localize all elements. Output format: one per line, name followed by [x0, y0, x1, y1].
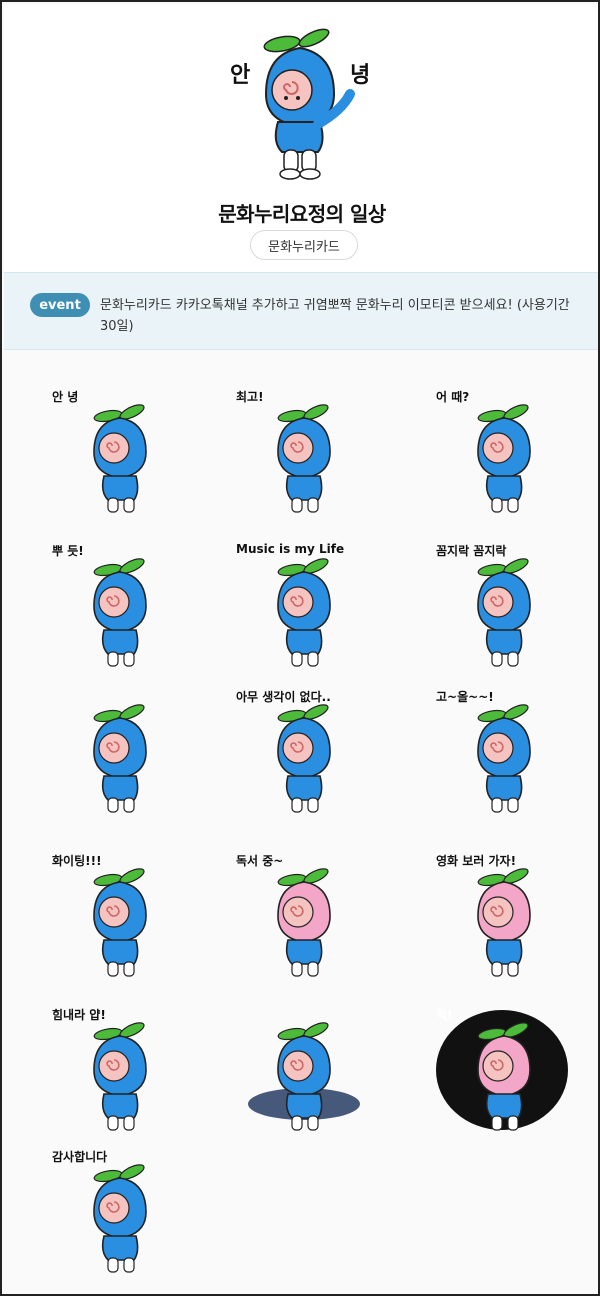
- sticker-item[interactable]: 감사합니다: [48, 1146, 188, 1276]
- sticker-image: [93, 1022, 147, 1131]
- sticker-item[interactable]: Music is my Life: [232, 540, 372, 670]
- event-badge: event: [30, 293, 90, 317]
- brand-tag-button[interactable]: 문화누리카드: [250, 230, 358, 260]
- event-text: 문화누리카드 카카오톡채널 추가하고 귀염뽀짝 문화누리 이모티콘 받으세요! …: [100, 298, 570, 334]
- sticker-caption: 독서 중~: [236, 854, 284, 868]
- sticker-image: [93, 404, 147, 513]
- sticker-image: [93, 704, 147, 813]
- sticker-header: 안 녕 문화누리요정의 일상 문화누리카드: [4, 4, 598, 272]
- sticker-image: [436, 1010, 568, 1131]
- sticker-image: [477, 558, 531, 667]
- event-banner[interactable]: event 문화누리카드 카카오톡채널 추가하고 귀염뽀짝 문화누리 이모티콘 …: [4, 272, 598, 350]
- sticker-image: [477, 404, 531, 513]
- hero-right-text: 녕: [350, 63, 370, 88]
- sticker-caption: 뿌 듯!: [52, 544, 84, 558]
- hero-sticker-image: 안 녕: [222, 24, 382, 184]
- sticker-image: [277, 558, 331, 667]
- sticker-caption: 아무 생각이 없다..: [236, 690, 331, 704]
- sticker-caption: 화이팅!!!: [52, 854, 102, 868]
- sticker-item[interactable]: 어 때?: [432, 386, 572, 516]
- sticker-caption: 힘내라 얍!: [52, 1008, 106, 1022]
- sticker-item[interactable]: 헉!: [432, 1004, 572, 1134]
- sticker-item[interactable]: 힘내라 얍!: [48, 1004, 188, 1134]
- sticker-caption: 고~올~~!: [436, 690, 494, 704]
- sticker-item[interactable]: 꼼지락 꼼지락: [432, 540, 572, 670]
- sticker-caption: 헉!: [436, 1008, 453, 1022]
- sticker-grid: 안 녕 최고! 어 때? 뿌 듯! Music is my Life 꼼지락 꼼지락아무 …: [4, 352, 598, 1294]
- sticker-image: [477, 704, 531, 813]
- sticker-item[interactable]: 최고!: [232, 386, 372, 516]
- sticker-item[interactable]: 고~올~~!: [432, 686, 572, 816]
- sticker-item[interactable]: [232, 1004, 372, 1134]
- sticker-image: [248, 1022, 360, 1131]
- sticker-caption: 어 때?: [436, 390, 470, 404]
- sticker-item[interactable]: 화이팅!!!: [48, 850, 188, 980]
- sticker-image: [277, 868, 331, 977]
- sticker-image: [93, 868, 147, 977]
- sticker-caption: 최고!: [236, 390, 264, 404]
- sticker-item[interactable]: 영화 보러 가자!: [432, 850, 572, 980]
- sticker-item[interactable]: [48, 686, 188, 816]
- sticker-item[interactable]: 독서 중~: [232, 850, 372, 980]
- sticker-caption: 안 녕: [52, 390, 79, 404]
- sticker-item[interactable]: 아무 생각이 없다..: [232, 686, 372, 816]
- sticker-caption: 영화 보러 가자!: [436, 854, 517, 868]
- sticker-caption: 감사합니다: [52, 1150, 108, 1164]
- sticker-image: [277, 704, 331, 813]
- sticker-caption: Music is my Life: [236, 542, 345, 556]
- sticker-item[interactable]: 안 녕: [48, 386, 188, 516]
- sticker-image: [93, 1164, 147, 1273]
- page-title: 문화누리요정의 일상: [218, 202, 386, 226]
- sticker-item[interactable]: 뿌 듯!: [48, 540, 188, 670]
- sticker-caption: 꼼지락 꼼지락: [436, 544, 507, 558]
- sticker-image: [277, 404, 331, 513]
- hero-left-text: 안: [230, 63, 250, 88]
- sticker-image: [477, 868, 531, 977]
- sticker-page: 안 녕 문화누리요정의 일상 문화누리카드 event 문화누리카드 카카오톡채…: [0, 0, 600, 1296]
- sticker-image: [93, 558, 147, 667]
